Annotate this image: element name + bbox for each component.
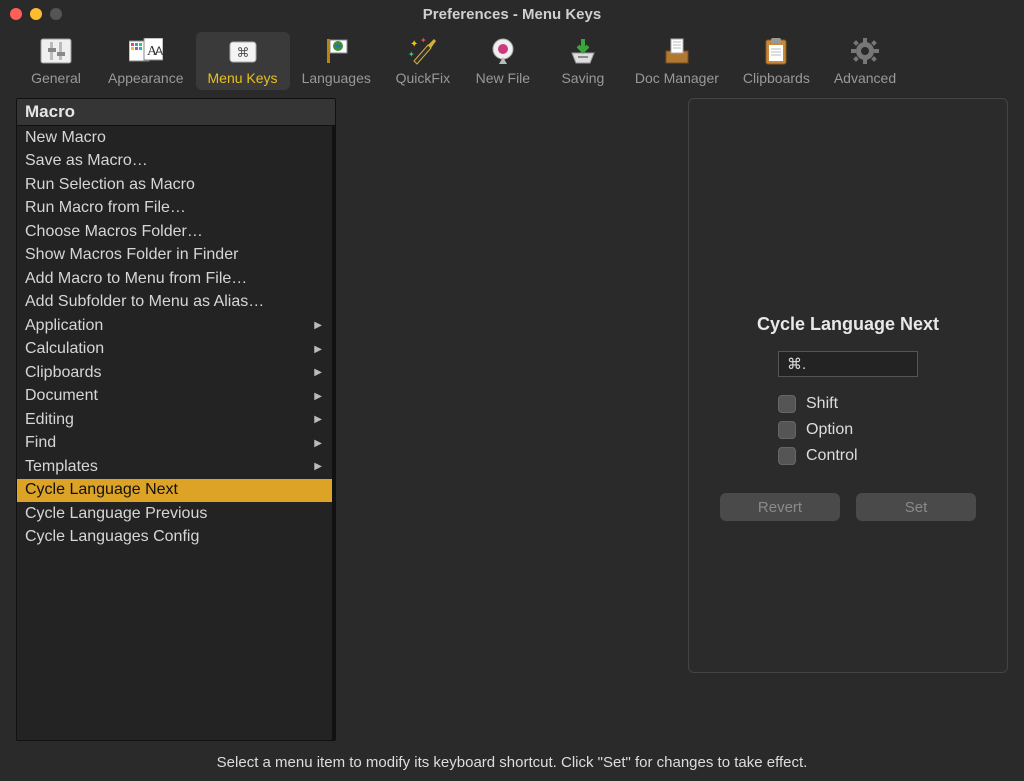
menu-item-label: Run Macro from File… [25, 199, 186, 217]
menu-item-label: New Macro [25, 129, 106, 147]
menu-item-label: Document [25, 387, 98, 405]
menu-item-label: Templates [25, 458, 98, 476]
revert-button[interactable]: Revert [720, 493, 840, 521]
tab-quickfix[interactable]: ✦✦✦ QuickFix [383, 32, 463, 90]
menu-item[interactable]: Application [17, 314, 332, 338]
selected-item-title: Cycle Language Next [757, 314, 939, 335]
menu-item-label: Calculation [25, 340, 104, 358]
menu-item-label: Cycle Language Next [25, 481, 178, 499]
control-label: Control [806, 447, 858, 465]
tab-languages[interactable]: Languages [290, 32, 383, 90]
option-modifier-row[interactable]: Option [778, 421, 918, 439]
menu-list-pane: Macro New Macro Save as Macro… Run Selecti… [16, 98, 336, 741]
menu-keys-icon: ⌘ [225, 36, 261, 66]
quickfix-icon: ✦✦✦ [405, 36, 441, 66]
window-controls [10, 8, 62, 20]
button-row: Revert Set [720, 493, 976, 521]
tab-label: Advanced [834, 70, 896, 86]
control-checkbox[interactable] [778, 447, 796, 465]
control-modifier-row[interactable]: Control [778, 447, 918, 465]
general-icon [38, 36, 74, 66]
shortcut-input[interactable] [778, 351, 918, 377]
svg-text:✦: ✦ [420, 37, 427, 45]
tab-saving[interactable]: Saving [543, 32, 623, 90]
menu-item[interactable]: Cycle Languages Config [17, 526, 332, 550]
window-title: Preferences - Menu Keys [0, 6, 1024, 23]
tab-label: New File [476, 70, 530, 86]
menu-item[interactable]: Cycle Language Next [17, 479, 332, 503]
tab-label: Appearance [108, 70, 184, 86]
tab-menu-keys[interactable]: ⌘ Menu Keys [196, 32, 290, 90]
footer-hint: Select a menu item to modify its keyboar… [0, 754, 1024, 771]
shift-modifier-row[interactable]: Shift [778, 395, 918, 413]
menu-item-label: Find [25, 434, 56, 452]
menu-item-list[interactable]: New Macro Save as Macro… Run Selection as … [17, 125, 335, 740]
menu-item[interactable]: Run Selection as Macro [17, 173, 332, 197]
preferences-toolbar: General AA Appearance ⌘ Menu Keys Langua… [0, 28, 1024, 98]
set-button[interactable]: Set [856, 493, 976, 521]
menu-item[interactable]: Clipboards [17, 361, 332, 385]
menu-item-label: Show Macros Folder in Finder [25, 246, 238, 264]
tab-label: Menu Keys [208, 70, 278, 86]
tab-label: Clipboards [743, 70, 810, 86]
shift-label: Shift [806, 395, 838, 413]
svg-text:✦: ✦ [410, 39, 418, 50]
languages-icon [318, 36, 354, 66]
menu-item-label: Run Selection as Macro [25, 176, 195, 194]
shortcut-panel: Cycle Language Next Shift Option Control… [688, 98, 1008, 673]
tab-advanced[interactable]: Advanced [822, 32, 908, 90]
tab-label: Languages [302, 70, 371, 86]
menu-item-label: Cycle Language Previous [25, 505, 207, 523]
tab-general[interactable]: General [16, 32, 96, 90]
menu-item[interactable]: Cycle Language Previous [17, 502, 332, 526]
menu-item[interactable]: Editing [17, 408, 332, 432]
detail-pane: Cycle Language Next Shift Option Control… [336, 98, 1008, 741]
content-area: Macro New Macro Save as Macro… Run Selecti… [0, 98, 1024, 741]
menu-section-header: Macro [17, 99, 335, 125]
tab-label: Saving [561, 70, 604, 86]
minimize-window-button[interactable] [30, 8, 42, 20]
menu-item[interactable]: Save as Macro… [17, 150, 332, 174]
menu-item[interactable]: Find [17, 432, 332, 456]
menu-item[interactable]: New Macro [17, 126, 332, 150]
menu-item-label: Editing [25, 411, 74, 429]
menu-item[interactable]: Show Macros Folder in Finder [17, 244, 332, 268]
menu-item-label: Cycle Languages Config [25, 528, 199, 546]
tab-appearance[interactable]: AA Appearance [96, 32, 196, 90]
zoom-window-button[interactable] [50, 8, 62, 20]
option-checkbox[interactable] [778, 421, 796, 439]
clipboards-icon [758, 36, 794, 66]
tab-doc-manager[interactable]: Doc Manager [623, 32, 731, 90]
tab-clipboards[interactable]: Clipboards [731, 32, 822, 90]
menu-item[interactable]: Document [17, 385, 332, 409]
shift-checkbox[interactable] [778, 395, 796, 413]
saving-icon [565, 36, 601, 66]
menu-item[interactable]: Templates [17, 455, 332, 479]
tab-label: QuickFix [396, 70, 450, 86]
menu-item[interactable]: Run Macro from File… [17, 197, 332, 221]
menu-item-label: Add Macro to Menu from File… [25, 270, 247, 288]
tab-new-file[interactable]: New File [463, 32, 543, 90]
titlebar: Preferences - Menu Keys [0, 0, 1024, 28]
menu-item[interactable]: Choose Macros Folder… [17, 220, 332, 244]
svg-text:A: A [155, 44, 163, 58]
menu-item-label: Save as Macro… [25, 152, 148, 170]
menu-item-label: Clipboards [25, 364, 101, 382]
doc-manager-icon [659, 36, 695, 66]
appearance-icon: AA [128, 36, 164, 66]
menu-item-label: Add Subfolder to Menu as Alias… [25, 293, 264, 311]
new-file-icon [485, 36, 521, 66]
close-window-button[interactable] [10, 8, 22, 20]
menu-item-label: Choose Macros Folder… [25, 223, 203, 241]
option-label: Option [806, 421, 853, 439]
tab-label: Doc Manager [635, 70, 719, 86]
menu-item[interactable]: Add Subfolder to Menu as Alias… [17, 291, 332, 315]
svg-text:✦: ✦ [408, 50, 415, 59]
svg-text:⌘: ⌘ [236, 45, 249, 60]
menu-item-label: Application [25, 317, 103, 335]
menu-item[interactable]: Add Macro to Menu from File… [17, 267, 332, 291]
menu-item[interactable]: Calculation [17, 338, 332, 362]
tab-label: General [31, 70, 81, 86]
gear-icon [847, 36, 883, 66]
